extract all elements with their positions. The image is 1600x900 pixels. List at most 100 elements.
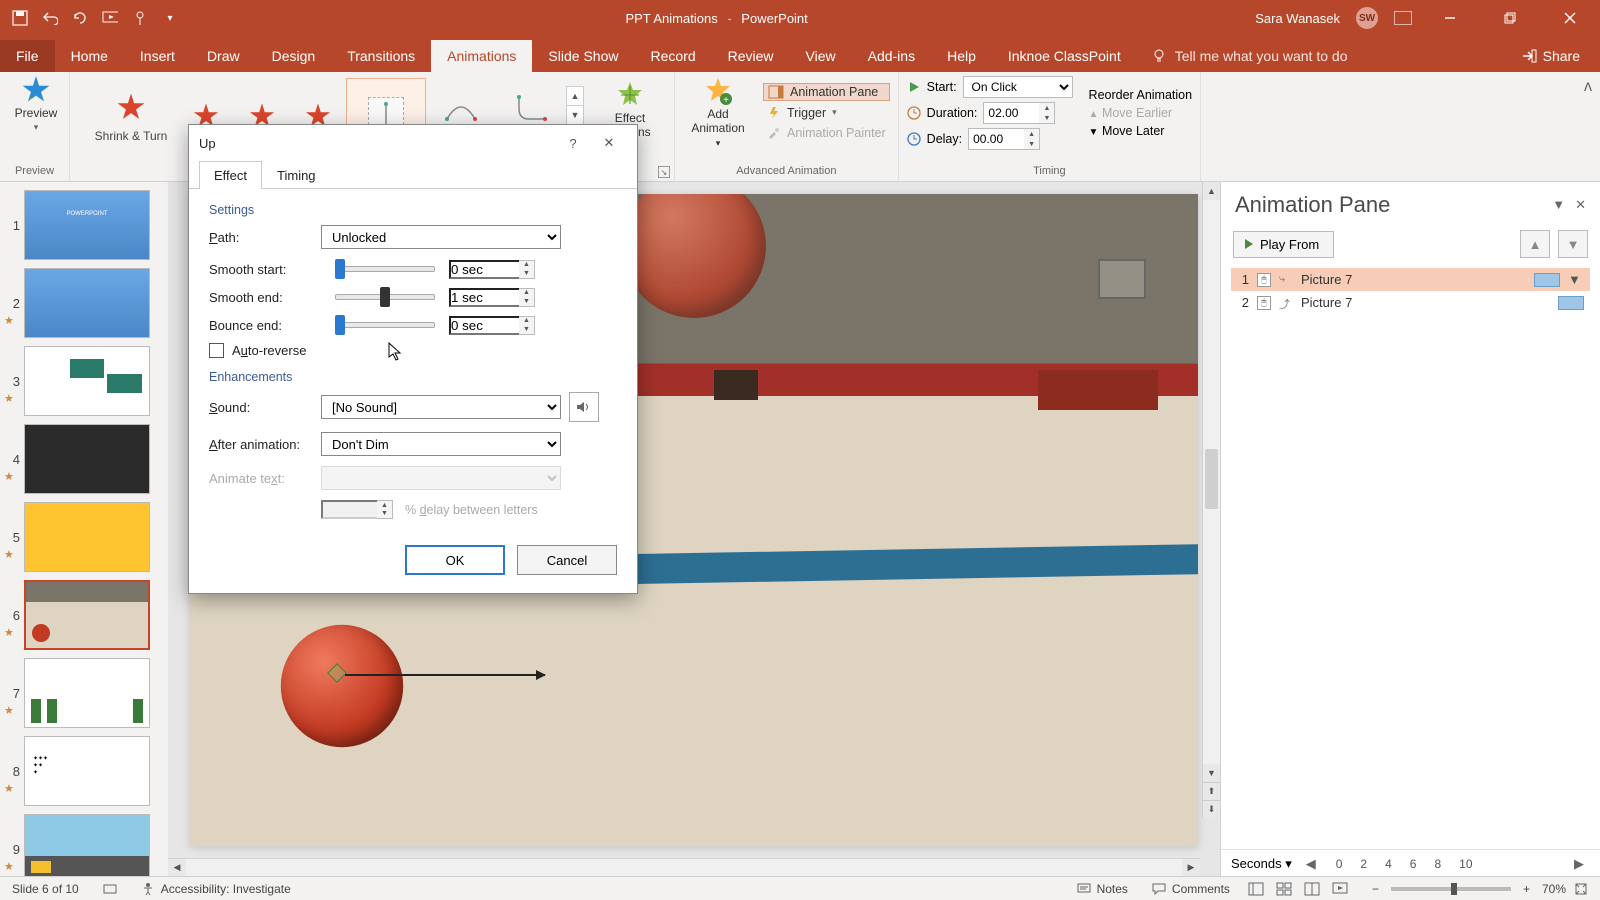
tab-view[interactable]: View bbox=[790, 40, 852, 72]
dialog-tab-timing[interactable]: Timing bbox=[262, 161, 331, 189]
tab-slide-show[interactable]: Slide Show bbox=[532, 40, 634, 72]
zoom-slider[interactable] bbox=[1391, 887, 1511, 891]
sorter-view-button[interactable] bbox=[1270, 879, 1298, 899]
slide-counter[interactable]: Slide 6 of 10 bbox=[0, 882, 91, 896]
auto-reverse-checkbox[interactable]: Auto-reverse bbox=[209, 343, 617, 358]
animation-group-launcher[interactable]: ↘ bbox=[658, 166, 670, 178]
maximize-button[interactable] bbox=[1488, 0, 1532, 36]
slide-thumb-6[interactable] bbox=[24, 580, 150, 650]
touch-mode-icon[interactable] bbox=[132, 10, 148, 26]
user-avatar[interactable]: SW bbox=[1356, 7, 1378, 29]
autosave-icon[interactable] bbox=[12, 10, 28, 26]
tab-help[interactable]: Help bbox=[931, 40, 992, 72]
anim-item-2[interactable]: 2 🖱 ⤴ Picture 7 bbox=[1231, 291, 1590, 314]
start-select[interactable]: On Click bbox=[963, 76, 1073, 98]
tab-home[interactable]: Home bbox=[55, 40, 124, 72]
smooth-start-spinner[interactable]: ▲▼ bbox=[519, 260, 535, 279]
tab-review[interactable]: Review bbox=[712, 40, 790, 72]
play-from-button[interactable]: Play From bbox=[1233, 231, 1334, 258]
tell-me-search[interactable]: Tell me what you want to do bbox=[1137, 40, 1362, 72]
tab-classpoint[interactable]: Inknoe ClassPoint bbox=[992, 40, 1137, 72]
comments-button[interactable]: Comments bbox=[1140, 882, 1242, 896]
move-up-button[interactable]: ▲ bbox=[1520, 230, 1550, 258]
move-down-button[interactable]: ▼ bbox=[1558, 230, 1588, 258]
animation-pane-toggle[interactable]: Animation Pane bbox=[763, 83, 890, 101]
preview-button[interactable]: Preview ▾ bbox=[8, 76, 64, 133]
add-animation-button[interactable]: + Add Animation▾ bbox=[683, 76, 753, 148]
cancel-button[interactable]: Cancel bbox=[517, 545, 617, 575]
duration-input[interactable] bbox=[983, 102, 1039, 124]
slideshow-view-button[interactable] bbox=[1326, 879, 1354, 899]
pane-options-icon[interactable]: ▼ bbox=[1552, 197, 1565, 213]
dialog-titlebar[interactable]: Up ? ✕ bbox=[189, 125, 637, 161]
timeline-next[interactable]: ▶ bbox=[1574, 856, 1590, 872]
slide-thumb-5[interactable] bbox=[24, 502, 150, 572]
delay-input[interactable] bbox=[968, 128, 1024, 150]
duration-spinner[interactable]: ▲▼ bbox=[1039, 102, 1055, 124]
dialog-close-button[interactable]: ✕ bbox=[591, 125, 627, 161]
tab-file[interactable]: File bbox=[0, 40, 55, 72]
bounce-end-spinner[interactable]: ▲▼ bbox=[519, 316, 535, 335]
ok-button[interactable]: OK bbox=[405, 545, 505, 575]
bounce-end-slider[interactable] bbox=[335, 315, 435, 335]
tab-addins[interactable]: Add-ins bbox=[852, 40, 931, 72]
present-icon[interactable] bbox=[102, 10, 118, 26]
normal-view-button[interactable] bbox=[1242, 879, 1270, 899]
motion-path-arrow[interactable] bbox=[345, 674, 545, 676]
slide-thumb-1[interactable]: POWERPOINT bbox=[24, 190, 150, 260]
smooth-end-slider[interactable] bbox=[335, 287, 435, 307]
zoom-in-button[interactable]: + bbox=[1517, 882, 1536, 896]
tab-draw[interactable]: Draw bbox=[191, 40, 256, 72]
trigger-button[interactable]: Trigger▾ bbox=[763, 105, 890, 121]
tab-record[interactable]: Record bbox=[634, 40, 711, 72]
slide-thumb-8[interactable]: ✦✦✦✦✦✦ bbox=[24, 736, 150, 806]
slide-thumb-9[interactable] bbox=[24, 814, 150, 876]
share-button[interactable]: Share bbox=[1513, 40, 1600, 72]
close-button[interactable] bbox=[1548, 0, 1592, 36]
horizontal-scrollbar[interactable]: ◀ ▶ bbox=[168, 858, 1200, 876]
zoom-value[interactable]: 70% bbox=[1542, 882, 1566, 896]
collapse-ribbon-button[interactable]: ʌ bbox=[1576, 72, 1600, 181]
slide-thumb-3[interactable] bbox=[24, 346, 150, 416]
qat-more-icon[interactable]: ▾ bbox=[162, 10, 178, 26]
slide-thumb-2[interactable] bbox=[24, 268, 150, 338]
smooth-start-slider[interactable] bbox=[335, 259, 435, 279]
move-later-button[interactable]: ▼ Move Later bbox=[1089, 124, 1193, 138]
timeline-prev[interactable]: ◀ bbox=[1306, 856, 1322, 872]
after-animation-select[interactable]: Don't Dim bbox=[321, 432, 561, 456]
slide-thumb-7[interactable] bbox=[24, 658, 150, 728]
user-name[interactable]: Sara Wanasek bbox=[1255, 11, 1340, 26]
zoom-out-button[interactable]: − bbox=[1366, 882, 1385, 896]
dialog-tab-effect[interactable]: Effect bbox=[199, 161, 262, 189]
sound-preview-button[interactable] bbox=[569, 392, 599, 422]
ribbon-display-icon[interactable] bbox=[1394, 11, 1412, 25]
tab-insert[interactable]: Insert bbox=[124, 40, 191, 72]
fit-to-window-button[interactable] bbox=[1574, 882, 1588, 896]
redo-icon[interactable] bbox=[72, 10, 88, 26]
tab-animations[interactable]: Animations bbox=[431, 38, 532, 72]
sound-select[interactable]: [No Sound] bbox=[321, 395, 561, 419]
path-select[interactable]: Unlocked bbox=[321, 225, 561, 249]
help-button[interactable]: ? bbox=[555, 125, 591, 161]
slide-thumb-4[interactable] bbox=[24, 424, 150, 494]
seconds-label[interactable]: Seconds ▾ bbox=[1231, 856, 1292, 872]
pane-close-icon[interactable]: ✕ bbox=[1575, 197, 1586, 213]
anim-shrink-turn[interactable]: Shrink & Turn bbox=[84, 78, 178, 154]
bounce-end-input[interactable] bbox=[449, 316, 519, 335]
tab-transitions[interactable]: Transitions bbox=[331, 40, 431, 72]
minimize-button[interactable] bbox=[1428, 0, 1472, 36]
notes-button[interactable]: Notes bbox=[1065, 882, 1140, 896]
section-icon[interactable] bbox=[91, 882, 129, 896]
vertical-scrollbar[interactable]: ▲ ▼ ⬆ ⬇ bbox=[1202, 182, 1220, 818]
undo-icon[interactable] bbox=[42, 10, 58, 26]
reading-view-button[interactable] bbox=[1298, 879, 1326, 899]
slide-thumbnails[interactable]: 1POWERPOINT 2★ 3★ 4★ 5★ 6★ 7★ 8★✦✦✦✦✦✦ 9… bbox=[0, 182, 168, 876]
accessibility-status[interactable]: Accessibility: Investigate bbox=[129, 882, 303, 896]
tab-design[interactable]: Design bbox=[256, 40, 332, 72]
smooth-end-spinner[interactable]: ▲▼ bbox=[519, 288, 535, 307]
item-dropdown[interactable]: ▼ bbox=[1568, 272, 1584, 287]
delay-spinner[interactable]: ▲▼ bbox=[1024, 128, 1040, 150]
smooth-end-input[interactable] bbox=[449, 288, 519, 307]
anim-item-1[interactable]: 1 🖱 ⤷ Picture 7 ▼ bbox=[1231, 268, 1590, 291]
smooth-start-input[interactable] bbox=[449, 260, 519, 279]
